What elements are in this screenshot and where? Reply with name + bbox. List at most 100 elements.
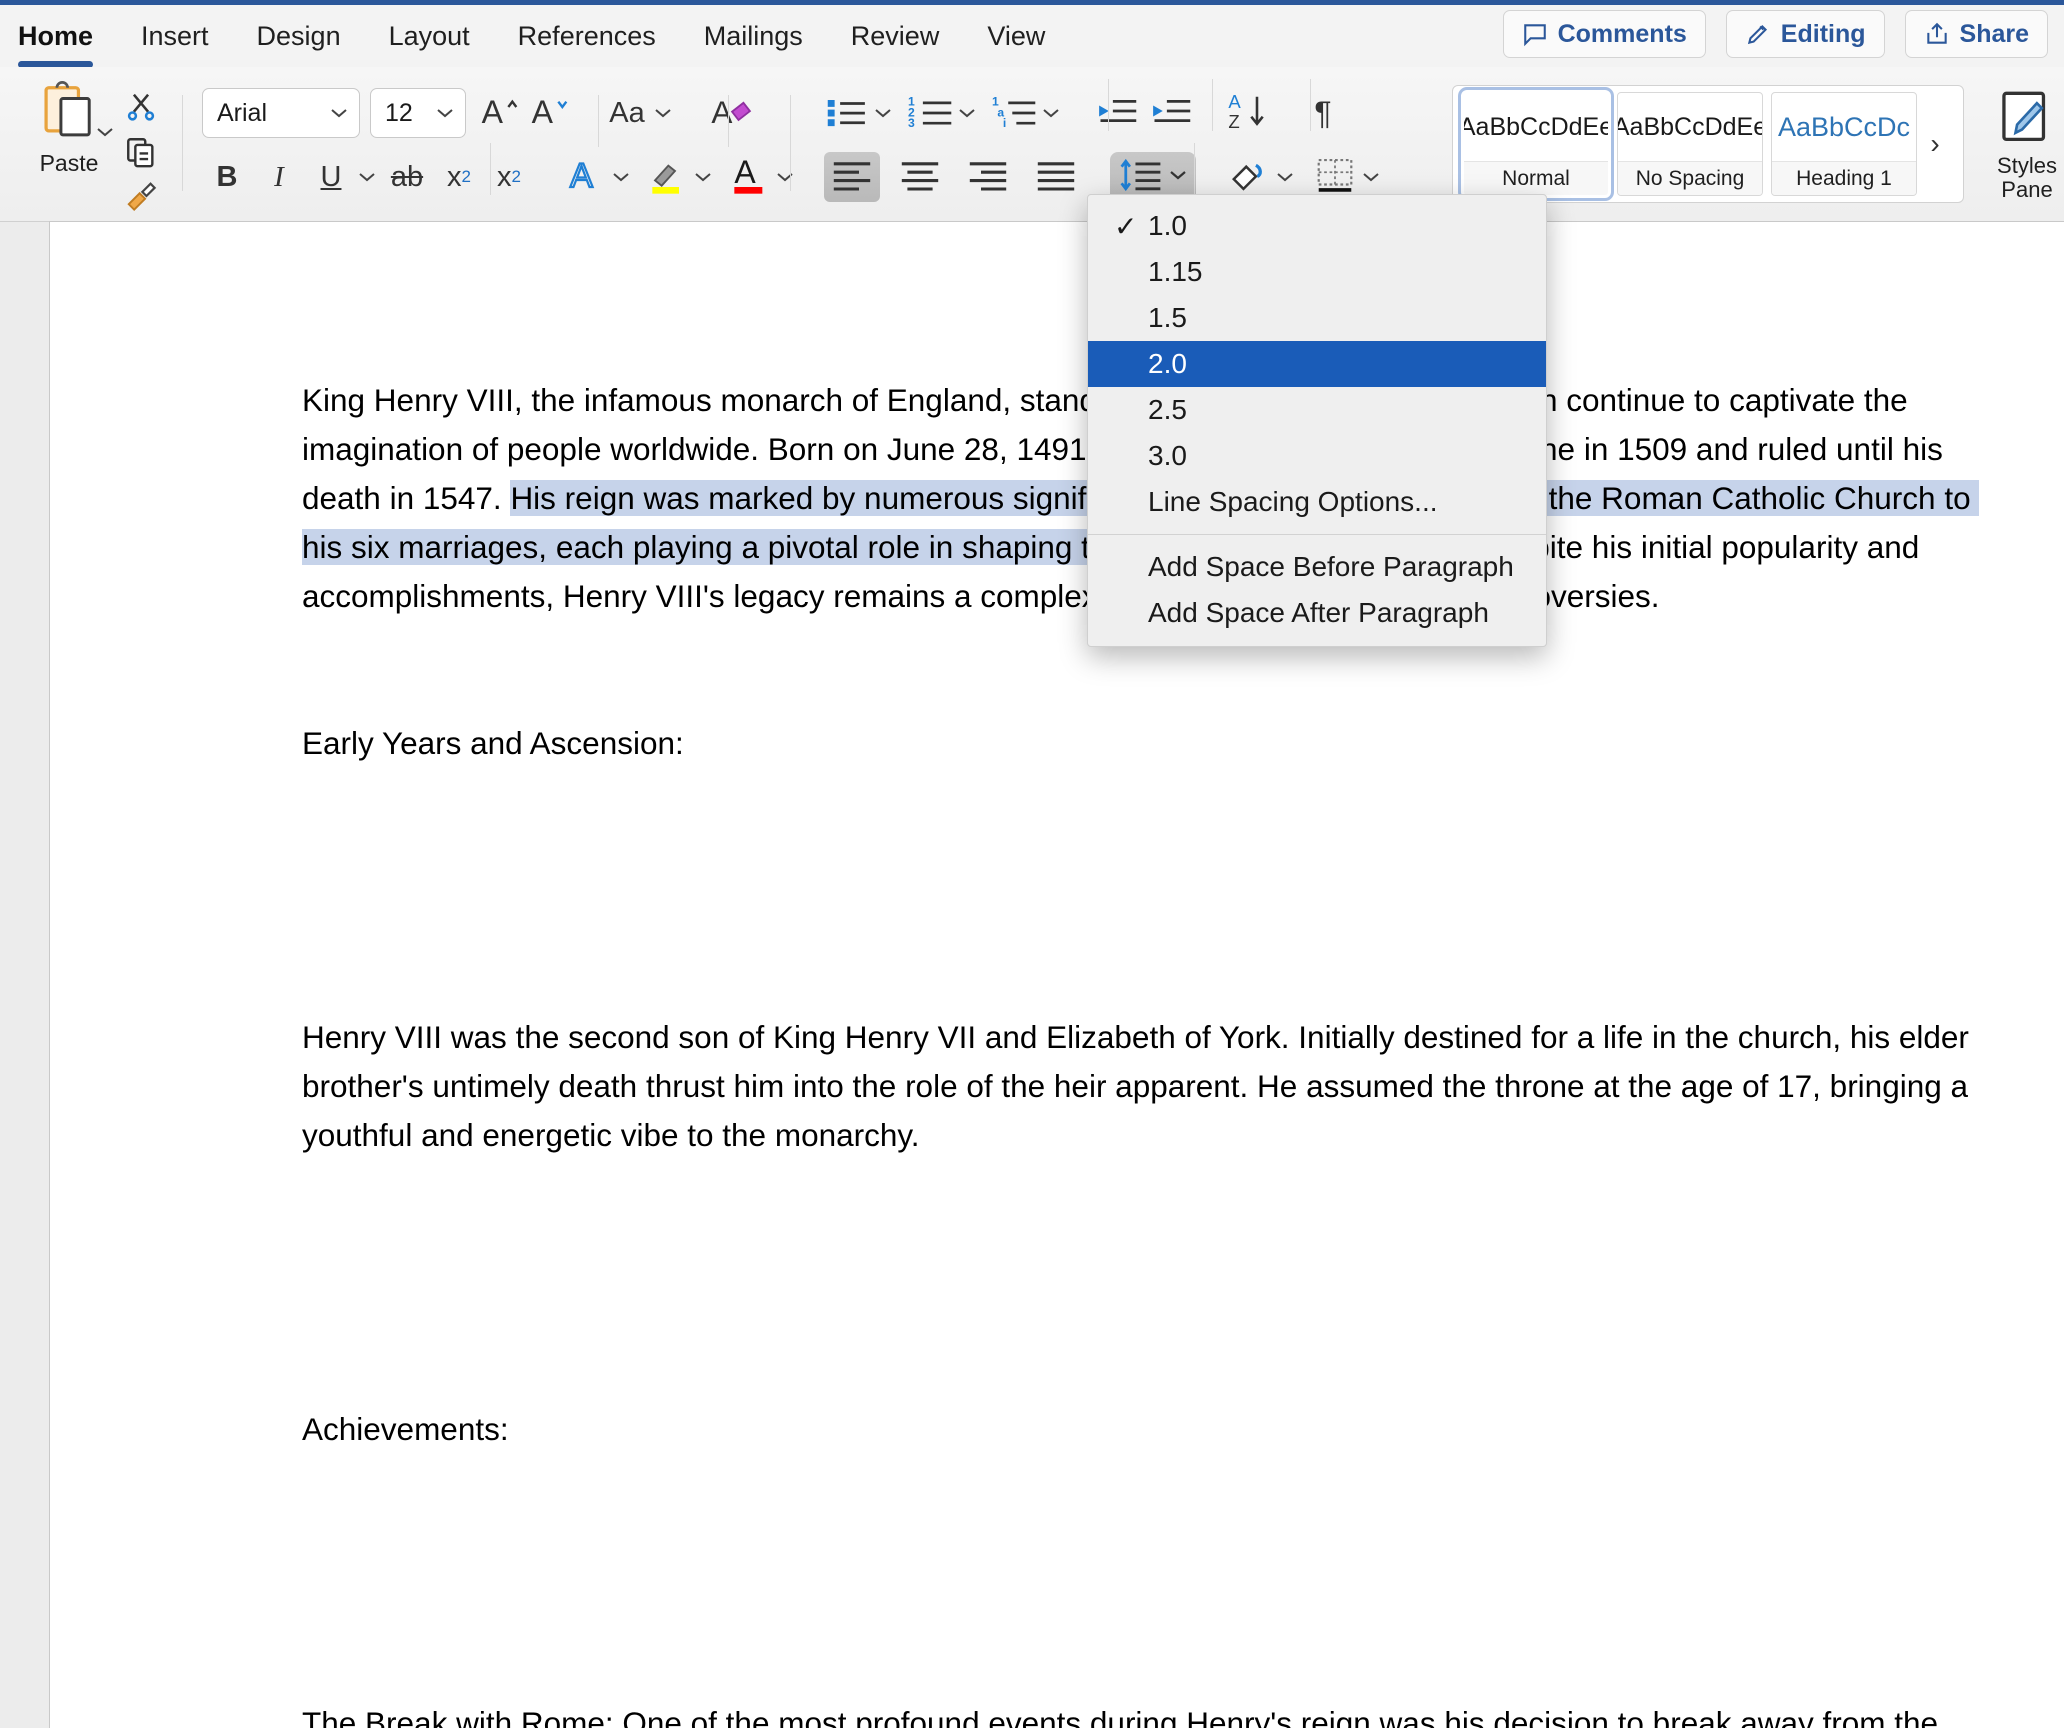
- para-divider-2: [1212, 79, 1213, 131]
- justify-button[interactable]: [1028, 152, 1084, 202]
- increase-indent-icon: [1149, 94, 1193, 133]
- ribbon-tab-view[interactable]: View: [987, 21, 1045, 52]
- menu-item-spacing-1-15-label: 1.15: [1148, 256, 1203, 287]
- font-color-caret[interactable]: [772, 152, 798, 202]
- line-spacing-dropdown-menu[interactable]: ✓ 1.0 1.15 1.5 2.0 2.5 3.0 Line Spacing …: [1087, 194, 1547, 647]
- multilevel-list-icon: 1 a i: [992, 94, 1038, 133]
- sort-button[interactable]: A Z: [1224, 88, 1270, 138]
- subscript-index: 2: [461, 167, 471, 186]
- ribbon-tab-review[interactable]: Review: [851, 21, 940, 52]
- menu-item-spacing-3-0[interactable]: 3.0: [1088, 433, 1546, 479]
- paragraph-early-years-heading[interactable]: Early Years and Ascension:: [302, 719, 2002, 768]
- font-color-button[interactable]: A: [726, 152, 772, 202]
- editing-mode-button[interactable]: Editing: [1725, 10, 1885, 58]
- menu-item-spacing-2-0-label: 2.0: [1148, 348, 1187, 379]
- text-effects-caret[interactable]: [608, 152, 634, 202]
- line-spacing-caret[interactable]: [1168, 168, 1188, 187]
- show-formatting-marks-button[interactable]: ¶: [1300, 88, 1346, 138]
- menu-item-spacing-1-0[interactable]: ✓ 1.0: [1088, 203, 1546, 249]
- scissors-icon: [124, 89, 158, 128]
- document-page[interactable]: King Henry VIII, the infamous monarch of…: [50, 222, 2064, 1728]
- superscript-button[interactable]: x2: [486, 152, 532, 202]
- share-button-label: Share: [1959, 19, 2029, 48]
- ribbon-tab-layout[interactable]: Layout: [389, 21, 470, 52]
- styles-gallery-more-button[interactable]: ›: [1921, 128, 1949, 160]
- ribbon-tab-references[interactable]: References: [518, 21, 656, 52]
- underline-button[interactable]: U: [308, 152, 354, 202]
- multilevel-caret[interactable]: [1038, 88, 1064, 138]
- menu-item-line-spacing-options[interactable]: Line Spacing Options...: [1088, 479, 1546, 525]
- svg-text:A: A: [734, 155, 756, 190]
- underline-caret[interactable]: [354, 152, 380, 202]
- comment-icon: [1522, 21, 1548, 47]
- style-heading-1-label: Heading 1: [1772, 161, 1916, 195]
- ribbon-tab-home[interactable]: Home: [18, 21, 94, 68]
- align-center-button[interactable]: [892, 152, 948, 202]
- menu-item-spacing-2-0[interactable]: 2.0: [1088, 341, 1546, 387]
- cut-button[interactable]: [118, 83, 164, 133]
- clear-formatting-button[interactable]: A: [708, 88, 754, 138]
- highlight-color-caret[interactable]: [690, 152, 716, 202]
- numbered-list-icon: 1 2 3: [908, 94, 954, 133]
- bulleted-list-button[interactable]: [824, 88, 870, 138]
- menu-item-add-space-before[interactable]: Add Space Before Paragraph: [1088, 544, 1546, 590]
- style-heading-1[interactable]: AaBbCcDc Heading 1: [1771, 92, 1917, 196]
- line-spacing-icon: [1118, 157, 1164, 198]
- align-right-button[interactable]: [960, 152, 1016, 202]
- styles-pane-button[interactable]: Styles Pane: [1972, 89, 2064, 202]
- clipboard-group: Paste: [0, 67, 190, 222]
- align-left-button[interactable]: [824, 152, 880, 202]
- menu-item-spacing-1-15[interactable]: 1.15: [1088, 249, 1546, 295]
- decrease-indent-button[interactable]: [1094, 88, 1140, 138]
- share-button[interactable]: Share: [1904, 10, 2048, 58]
- bullets-caret[interactable]: [870, 88, 896, 138]
- strikethrough-button[interactable]: ab: [384, 152, 430, 202]
- style-no-spacing[interactable]: AaBbCcDdEe No Spacing: [1617, 92, 1763, 196]
- svg-text:A: A: [1228, 91, 1241, 112]
- bold-label: B: [216, 160, 238, 193]
- increase-indent-button[interactable]: [1148, 88, 1194, 138]
- superscript-index: 2: [511, 167, 521, 186]
- paragraph-achievements-heading[interactable]: Achievements:: [302, 1405, 2002, 1454]
- menu-item-spacing-1-5[interactable]: 1.5: [1088, 295, 1546, 341]
- paragraph-break-with-rome[interactable]: The Break with Rome: One of the most pro…: [302, 1699, 2002, 1728]
- menu-item-spacing-2-5-label: 2.5: [1148, 394, 1187, 425]
- ribbon-tab-mailings[interactable]: Mailings: [704, 21, 803, 52]
- style-heading-1-preview: AaBbCcDc: [1777, 111, 1911, 142]
- comments-button[interactable]: Comments: [1502, 10, 1706, 58]
- change-case-button[interactable]: Aa: [604, 88, 650, 138]
- numbered-list-button[interactable]: 1 2 3: [908, 88, 954, 138]
- document-canvas[interactable]: King Henry VIII, the infamous monarch of…: [0, 222, 2064, 1728]
- change-case-label: Aa: [609, 96, 645, 129]
- comments-button-label: Comments: [1557, 19, 1687, 48]
- shrink-font-button[interactable]: A: [526, 88, 572, 138]
- justify-icon: [1035, 158, 1077, 197]
- font-name-input[interactable]: Arial: [202, 88, 360, 138]
- svg-text:A: A: [711, 93, 732, 128]
- paragraph-early-years[interactable]: Henry VIII was the second son of King He…: [302, 1013, 2002, 1160]
- grow-font-button[interactable]: A: [476, 88, 522, 138]
- font-divider-1: [598, 95, 599, 147]
- italic-button[interactable]: I: [256, 152, 302, 202]
- menu-item-add-space-after[interactable]: Add Space After Paragraph: [1088, 590, 1546, 636]
- copy-icon: [124, 135, 158, 174]
- numbering-caret[interactable]: [954, 88, 980, 138]
- ribbon-tab-insert[interactable]: Insert: [141, 21, 209, 52]
- word-application-window: Home Insert Design Layout References Mai…: [0, 0, 2064, 1728]
- subscript-button[interactable]: x2: [436, 152, 482, 202]
- paste-options-caret[interactable]: [92, 107, 118, 157]
- styles-pane-label: Styles Pane: [1997, 153, 2057, 202]
- text-effects-button[interactable]: A: [562, 152, 608, 202]
- multilevel-list-button[interactable]: 1 a i: [992, 88, 1038, 138]
- format-painter-button[interactable]: [118, 173, 164, 223]
- menu-item-spacing-2-5[interactable]: 2.5: [1088, 387, 1546, 433]
- font-size-input[interactable]: 12: [370, 88, 466, 138]
- copy-button[interactable]: [118, 129, 164, 179]
- style-normal[interactable]: AaBbCcDdEe Normal: [1458, 87, 1614, 201]
- clear-formatting-icon: A: [710, 93, 752, 134]
- pencil-icon: [1745, 21, 1771, 47]
- change-case-caret[interactable]: [650, 88, 676, 138]
- ribbon-tab-design[interactable]: Design: [257, 21, 341, 52]
- bold-button[interactable]: B: [204, 152, 250, 202]
- text-highlight-button[interactable]: [644, 152, 690, 202]
